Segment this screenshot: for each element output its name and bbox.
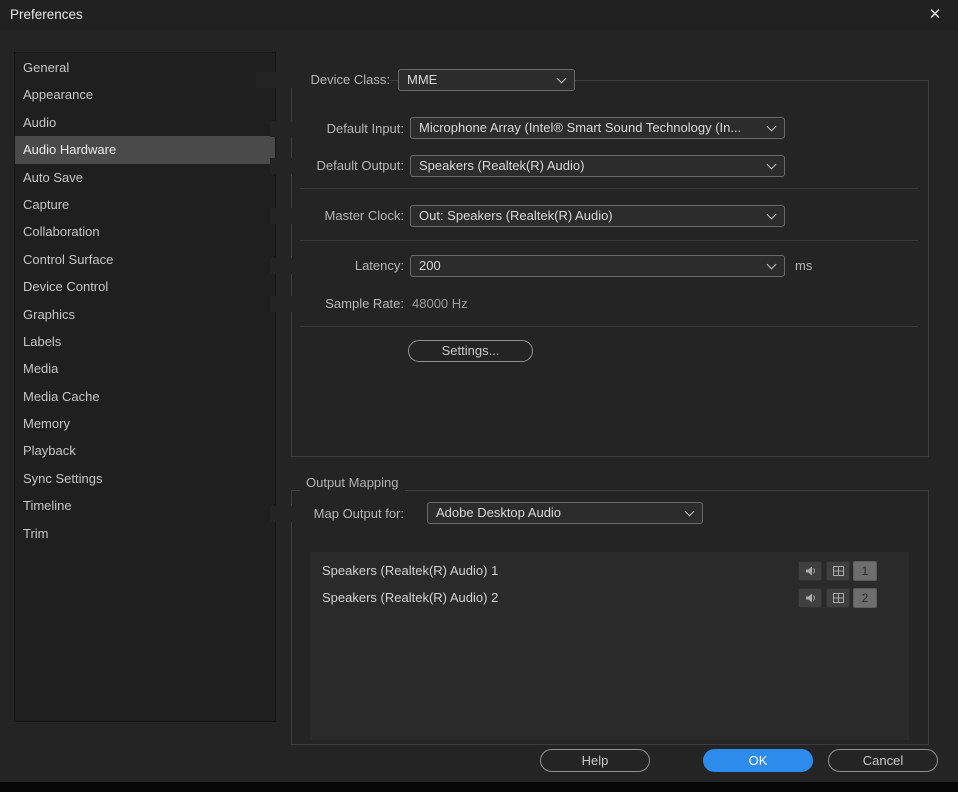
grid-icon-button[interactable] [826,587,850,608]
window-title: Preferences [10,7,83,22]
sidebar-item-trim[interactable]: Trim [15,520,275,547]
preferences-category-list: General Appearance Audio Audio Hardware … [14,52,276,722]
sample-rate-value: 48000 Hz [412,296,468,311]
sample-rate-label: Sample Rate: [270,296,404,312]
separator [300,188,918,189]
default-input-select[interactable]: Microphone Array (Intel® Smart Sound Tec… [410,117,785,139]
default-output-label: Default Output: [270,158,404,174]
sidebar-item-auto-save[interactable]: Auto Save [15,164,275,191]
default-output-select[interactable]: Speakers (Realtek(R) Audio) [410,155,785,177]
latency-unit: ms [795,258,813,273]
sidebar-item-media[interactable]: Media [15,355,275,382]
sidebar-item-audio-hardware[interactable]: Audio Hardware [15,136,275,164]
sidebar-item-collaboration[interactable]: Collaboration [15,218,275,245]
separator [300,240,918,241]
sidebar-item-sync-settings[interactable]: Sync Settings [15,465,275,492]
master-clock-select[interactable]: Out: Speakers (Realtek(R) Audio) [410,205,785,227]
master-clock-label: Master Clock: [270,208,404,224]
speaker-icon-button[interactable] [798,587,822,608]
sidebar-item-general[interactable]: General [15,54,275,81]
titlebar: Preferences ✕ [0,0,958,30]
latency-select[interactable]: 200 [410,255,785,277]
settings-button[interactable]: Settings... [408,340,533,362]
sidebar-item-timeline[interactable]: Timeline [15,492,275,519]
device-class-select[interactable]: MME [398,69,575,91]
window-bottom-edge [0,782,958,792]
device-class-label: Device Class: [256,72,390,88]
latency-label: Latency: [270,258,404,274]
output-mapping-list: Speakers (Realtek(R) Audio) 1 1 Speakers… [310,552,909,740]
map-output-for-select[interactable]: Adobe Desktop Audio [427,502,703,524]
grid-icon [832,565,844,576]
grid-icon [832,592,844,603]
close-icon[interactable]: ✕ [920,0,950,30]
channel-number-badge[interactable]: 1 [853,560,877,581]
map-output-for-value: Adobe Desktop Audio [436,505,562,520]
channel-name: Speakers (Realtek(R) Audio) 2 [322,590,499,605]
help-button[interactable]: Help [540,749,650,772]
output-mapping-legend: Output Mapping [300,475,405,491]
grid-icon-button[interactable] [826,560,850,581]
map-output-for-label: Map Output for: [270,506,404,522]
separator [300,326,918,327]
speaker-icon [805,566,815,575]
ok-button[interactable]: OK [703,749,813,772]
sidebar-item-media-cache[interactable]: Media Cache [15,383,275,410]
default-input-value: Microphone Array (Intel® Smart Sound Tec… [419,120,742,135]
sidebar-item-memory[interactable]: Memory [15,410,275,437]
latency-value: 200 [419,258,441,273]
sidebar-item-graphics[interactable]: Graphics [15,301,275,328]
sidebar-item-playback[interactable]: Playback [15,437,275,464]
speaker-icon-button[interactable] [798,560,822,581]
channel-row: Speakers (Realtek(R) Audio) 1 1 [310,557,909,584]
default-output-value: Speakers (Realtek(R) Audio) [419,158,585,173]
cancel-button[interactable]: Cancel [828,749,938,772]
channel-number-badge[interactable]: 2 [853,587,877,608]
channel-row: Speakers (Realtek(R) Audio) 2 2 [310,584,909,611]
sidebar-item-capture[interactable]: Capture [15,191,275,218]
sidebar-item-audio[interactable]: Audio [15,109,275,136]
master-clock-value: Out: Speakers (Realtek(R) Audio) [419,208,613,223]
device-class-value: MME [407,72,438,87]
channel-name: Speakers (Realtek(R) Audio) 1 [322,563,499,578]
sidebar-item-appearance[interactable]: Appearance [15,81,275,108]
default-input-label: Default Input: [270,121,404,137]
sidebar-item-device-control[interactable]: Device Control [15,273,275,300]
sidebar-item-control-surface[interactable]: Control Surface [15,246,275,273]
sidebar-item-labels[interactable]: Labels [15,328,275,355]
speaker-icon [805,593,815,602]
preferences-dialog: Preferences ✕ General Appearance Audio A… [0,0,958,792]
